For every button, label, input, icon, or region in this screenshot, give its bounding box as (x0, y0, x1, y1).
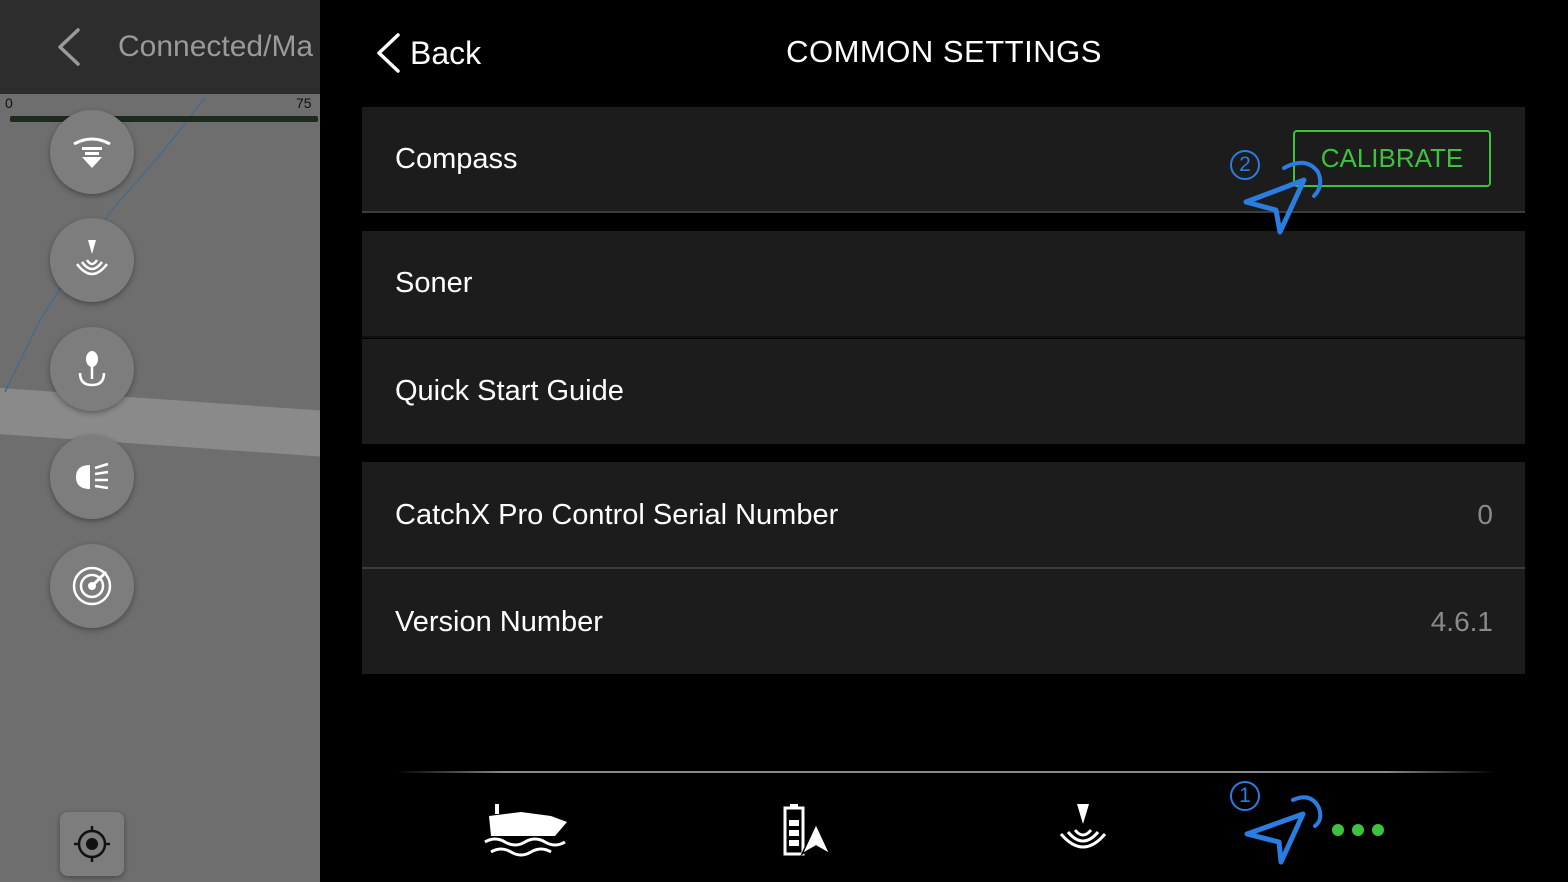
scale-min-label: 0 (5, 95, 13, 111)
drop-marker-button[interactable] (50, 110, 134, 194)
soner-label: Soner (395, 267, 473, 299)
bottom-nav-separator (396, 771, 1496, 773)
sonar-icon (76, 240, 108, 276)
version-number-row: Version Number 4.6.1 (362, 569, 1525, 674)
map-panel: Connected/Ma 0 75 (0, 0, 320, 882)
step-1-badge: 1 (1230, 781, 1260, 811)
sonar-icon (1059, 804, 1107, 849)
row-divider (362, 336, 1525, 338)
version-number-label: Version Number (395, 606, 603, 638)
scale-max-label: 75 (296, 95, 312, 111)
left-back-chevron-icon[interactable] (52, 26, 86, 68)
radar-button[interactable] (50, 544, 134, 628)
radar-icon (72, 566, 112, 606)
version-number-value: 4.6.1 (1430, 606, 1493, 637)
scale-bar (10, 116, 318, 122)
back-label: Back (410, 34, 482, 71)
nav-battery-navigation-button[interactable] (776, 795, 836, 865)
nav-more-button[interactable] (1332, 795, 1392, 865)
serial-number-label: CatchX Pro Control Serial Number (395, 499, 839, 531)
map-header: Connected/Ma (0, 0, 320, 94)
locate-crosshair-icon (74, 826, 110, 862)
sonar-button[interactable] (50, 218, 134, 302)
compass-label: Compass (395, 143, 518, 175)
locate-button[interactable] (60, 812, 124, 876)
headlight-button[interactable] (50, 435, 134, 519)
quick-start-guide-label: Quick Start Guide (395, 375, 624, 407)
row-divider (362, 211, 1525, 213)
serial-number-value: 0 (1477, 499, 1493, 530)
bait-hook-icon (78, 351, 106, 387)
nav-boat-button[interactable] (478, 795, 574, 865)
more-dot (1372, 824, 1384, 836)
more-dot (1332, 824, 1344, 836)
back-button[interactable]: Back (374, 30, 481, 76)
headlight-icon (76, 462, 109, 490)
map-title: Connected/Ma (118, 30, 314, 63)
drop-marker-icon (73, 137, 111, 168)
soner-row[interactable]: Soner (362, 231, 1525, 336)
battery-navigation-icon (783, 804, 832, 856)
tap-pointer-icon (1243, 160, 1323, 235)
bait-drop-button[interactable] (50, 327, 134, 411)
back-chevron-icon (377, 33, 400, 73)
boat-icon (484, 804, 567, 857)
quick-start-guide-row[interactable]: Quick Start Guide (362, 339, 1525, 444)
nav-sonar-button[interactable] (1054, 795, 1112, 865)
more-dot (1352, 824, 1364, 836)
serial-number-row: CatchX Pro Control Serial Number 0 (362, 462, 1525, 567)
compass-row: Compass CALIBRATE (362, 107, 1525, 211)
more-dots-icon (1332, 824, 1392, 836)
map-route-line (4, 97, 206, 393)
page-title: COMMON SETTINGS (786, 34, 1102, 69)
